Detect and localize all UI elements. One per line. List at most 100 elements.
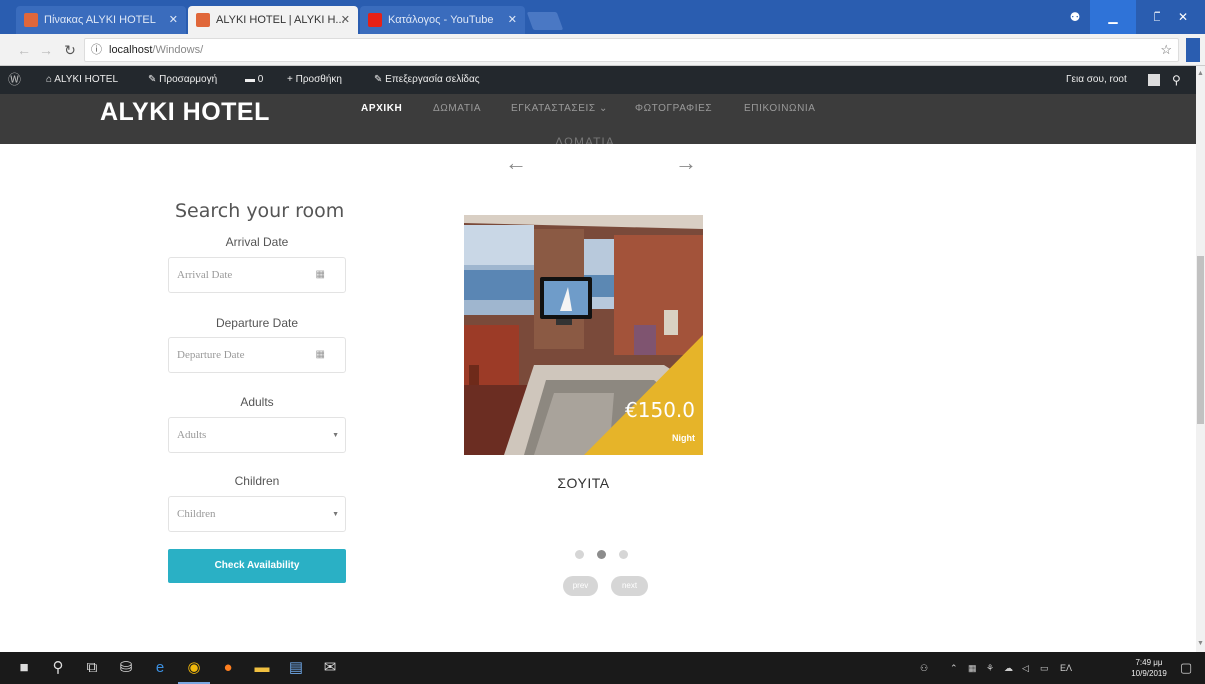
reload-icon[interactable]: ↻ xyxy=(60,40,80,60)
mail-icon[interactable]: ✉ xyxy=(314,652,346,684)
battery-icon[interactable]: ▭ xyxy=(1040,652,1049,684)
volume-icon[interactable]: ◁ xyxy=(1022,652,1029,684)
screen: Πίνακας ΑLYKI HOTEL ✕ ALYKI HOTEL | ALYK… xyxy=(0,0,1205,684)
info-icon[interactable]: ⓘ xyxy=(91,39,102,61)
chrome-icon[interactable]: ◉ xyxy=(178,652,210,684)
forward-arrow-icon[interactable]: → xyxy=(36,40,56,60)
children-select[interactable]: Children ▼ xyxy=(168,496,346,532)
departure-date-label: Departure Date xyxy=(215,316,299,330)
task-view-icon[interactable]: ⧉ xyxy=(76,652,108,684)
carousel-next-button[interactable]: next xyxy=(611,576,648,596)
url-path: /Windows/ xyxy=(152,44,204,56)
search-title: Search your room xyxy=(175,200,345,222)
close-tab-icon[interactable]: ✕ xyxy=(169,6,178,34)
bookmark-star-icon[interactable]: ☆ xyxy=(1160,39,1172,61)
extension-icon[interactable] xyxy=(1186,38,1200,62)
calendar-icon: ▦ xyxy=(315,349,325,360)
language-indicator[interactable]: ΕΛ xyxy=(1060,652,1072,684)
chevron-down-icon: ▼ xyxy=(332,431,339,439)
file-explorer-icon[interactable]: ▬ xyxy=(246,652,278,684)
comment-icon: ▬ xyxy=(245,74,258,85)
wp-site-name: ALYKI HOTEL xyxy=(54,74,119,85)
edge-icon[interactable]: e xyxy=(144,652,176,684)
rooms-section-title: ΔΩΜΑΤΙΑ xyxy=(555,135,615,144)
wp-site-link[interactable]: ⌂ ALYKI HOTEL xyxy=(46,66,118,94)
carousel-next-arrow-icon[interactable]: → xyxy=(675,150,697,176)
children-value: Children xyxy=(177,508,216,520)
notifications-icon[interactable]: ▢ xyxy=(1180,652,1192,684)
back-arrow-icon[interactable]: ← xyxy=(14,40,34,60)
url-field[interactable]: ⓘ localhost/Windows/ ☆ xyxy=(84,38,1179,62)
windows-icon[interactable]: ■ xyxy=(8,652,40,684)
scroll-up-icon[interactable]: ▲ xyxy=(1197,70,1204,80)
adults-value: Adults xyxy=(177,429,207,441)
firefox-icon[interactable]: ● xyxy=(212,652,244,684)
youtube-favicon-icon xyxy=(368,13,382,27)
wordpress-favicon-icon xyxy=(196,13,210,27)
browser-tab-site[interactable]: ALYKI HOTEL | ALYKI H... ✕ xyxy=(188,6,358,34)
close-tab-icon[interactable]: ✕ xyxy=(508,6,517,34)
wp-comments-link[interactable]: ▬ 0 xyxy=(245,66,263,94)
clock-date: 10/9/2019 xyxy=(1131,669,1167,678)
search-icon[interactable]: ⚲ xyxy=(42,652,74,684)
plus-icon: + xyxy=(287,74,296,85)
new-tab-button[interactable] xyxy=(526,12,564,30)
room-price: €150.0 xyxy=(625,398,695,422)
wp-new-link[interactable]: + Προσθήκη xyxy=(287,66,342,94)
wp-account-link[interactable]: Γεια σου, root xyxy=(1066,66,1127,94)
nav-item-home[interactable]: ΑΡΧΙΚΗ xyxy=(361,94,402,124)
search-icon[interactable]: ⚲ xyxy=(1172,66,1181,94)
carousel-prev-arrow-icon[interactable]: ← xyxy=(505,150,527,176)
onedrive-icon[interactable]: ☁ xyxy=(1004,652,1013,684)
site-logo[interactable]: ALYKI HOTEL xyxy=(100,94,270,130)
clock-time: 7:49 μμ xyxy=(1135,658,1163,667)
avatar[interactable] xyxy=(1148,74,1160,86)
chevron-up-icon[interactable]: ⌃ xyxy=(950,652,958,684)
carousel-dot-active[interactable] xyxy=(597,550,606,559)
tab-label: ALYKI HOTEL | ALYKI H... xyxy=(216,14,345,26)
wp-edit-page-link[interactable]: ✎ Επεξεργασία σελίδας xyxy=(374,66,480,94)
minimize-button[interactable]: ▁ xyxy=(1090,0,1136,34)
url-host: localhost xyxy=(109,44,153,56)
people-icon[interactable]: ⚇ xyxy=(920,652,928,684)
store-icon[interactable]: ⛁ xyxy=(110,652,142,684)
browser-tab-bar: Πίνακας ΑLYKI HOTEL ✕ ALYKI HOTEL | ALYK… xyxy=(0,0,1205,34)
tab-label: Κατάλογος - YouTube xyxy=(388,14,494,26)
arrival-date-label: Arrival Date xyxy=(225,235,289,249)
windows-taskbar: ■ ⚲ ⧉ ⛁ e ◉ ● ▬ ▤ ✉ ⚇ ⌃ ▦ ⚘ ☁ ◁ ▭ ΕΛ 7:4… xyxy=(0,652,1205,684)
browser-tab-dashboard[interactable]: Πίνακας ΑLYKI HOTEL ✕ xyxy=(16,6,186,34)
nav-item-facilities[interactable]: ΕΓΚΑΤΑΣΤΑΣΕΙΣ ⌄ xyxy=(511,94,608,124)
network-icon[interactable]: ▦ xyxy=(968,652,977,684)
wp-customize-label: Προσαρμογή xyxy=(159,74,218,85)
arrival-date-placeholder: Arrival Date xyxy=(177,269,233,281)
nav-item-rooms[interactable]: ΔΩΜΑΤΙΑ xyxy=(433,94,481,124)
clock[interactable]: 7:49 μμ 10/9/2019 xyxy=(1128,657,1170,679)
departure-date-field[interactable]: Departure Date ▦ xyxy=(168,337,346,373)
wp-comments-count: 0 xyxy=(257,74,264,85)
scrollbar-thumb[interactable] xyxy=(1197,256,1204,424)
adults-select[interactable]: Adults ▼ xyxy=(168,417,346,453)
notepad-icon[interactable]: ▤ xyxy=(280,652,312,684)
brush-icon: ✎ xyxy=(148,74,160,85)
price-period: Night xyxy=(672,433,695,443)
room-name[interactable]: ΣΟΥΙΤΑ xyxy=(464,475,703,491)
arrival-date-field[interactable]: Arrival Date ▦ xyxy=(168,257,346,293)
check-availability-button[interactable]: Check Availability xyxy=(168,549,346,583)
wp-admin-bar: Ⓦ ⌂ ALYKI HOTEL ✎ Προσαρμογή ▬ 0 + Προσθ… xyxy=(0,66,1205,94)
carousel-prev-button[interactable]: prev xyxy=(563,576,598,596)
pencil-icon: ✎ xyxy=(374,74,386,85)
usb-icon[interactable]: ⚘ xyxy=(986,652,994,684)
wordpress-favicon-icon xyxy=(24,13,38,27)
nav-item-photos[interactable]: ΦΩΤΟΓΡΑΦΙΕΣ xyxy=(635,94,712,124)
chevron-down-icon: ▼ xyxy=(332,510,339,518)
wordpress-logo-icon[interactable]: Ⓦ xyxy=(8,66,26,94)
close-tab-icon[interactable]: ✕ xyxy=(341,6,350,34)
scroll-down-icon[interactable]: ▼ xyxy=(1197,640,1204,650)
close-window-button[interactable]: ✕ xyxy=(1160,0,1205,34)
carousel-dot[interactable] xyxy=(575,550,584,559)
room-card[interactable]: €150.0 Night xyxy=(464,215,703,455)
carousel-dot[interactable] xyxy=(619,550,628,559)
wp-customize-link[interactable]: ✎ Προσαρμογή xyxy=(148,66,217,94)
browser-tab-youtube[interactable]: Κατάλογος - YouTube ✕ xyxy=(360,6,525,34)
nav-item-contact[interactable]: ΕΠΙΚΟΙΝΩΝΙΑ xyxy=(744,94,816,124)
